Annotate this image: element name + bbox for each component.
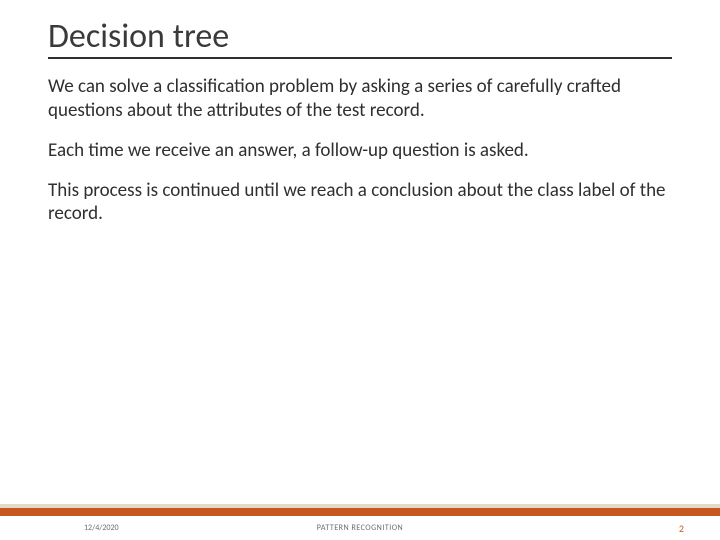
accent-bar — [0, 508, 720, 516]
paragraph: We can solve a classification problem by… — [48, 75, 672, 123]
paragraph: This process is continued until we reach… — [48, 179, 672, 227]
footer-page-number: 2 — [679, 522, 684, 535]
body-content: We can solve a classification problem by… — [48, 75, 672, 226]
footer: 12/4/2020 PATTERN RECOGNITION 2 — [0, 516, 720, 540]
paragraph: Each time we receive an answer, a follow… — [48, 139, 672, 163]
page-title: Decision tree — [48, 18, 672, 59]
footer-date: 12/4/2020 — [84, 523, 119, 533]
slide: Decision tree We can solve a classificat… — [0, 0, 720, 540]
